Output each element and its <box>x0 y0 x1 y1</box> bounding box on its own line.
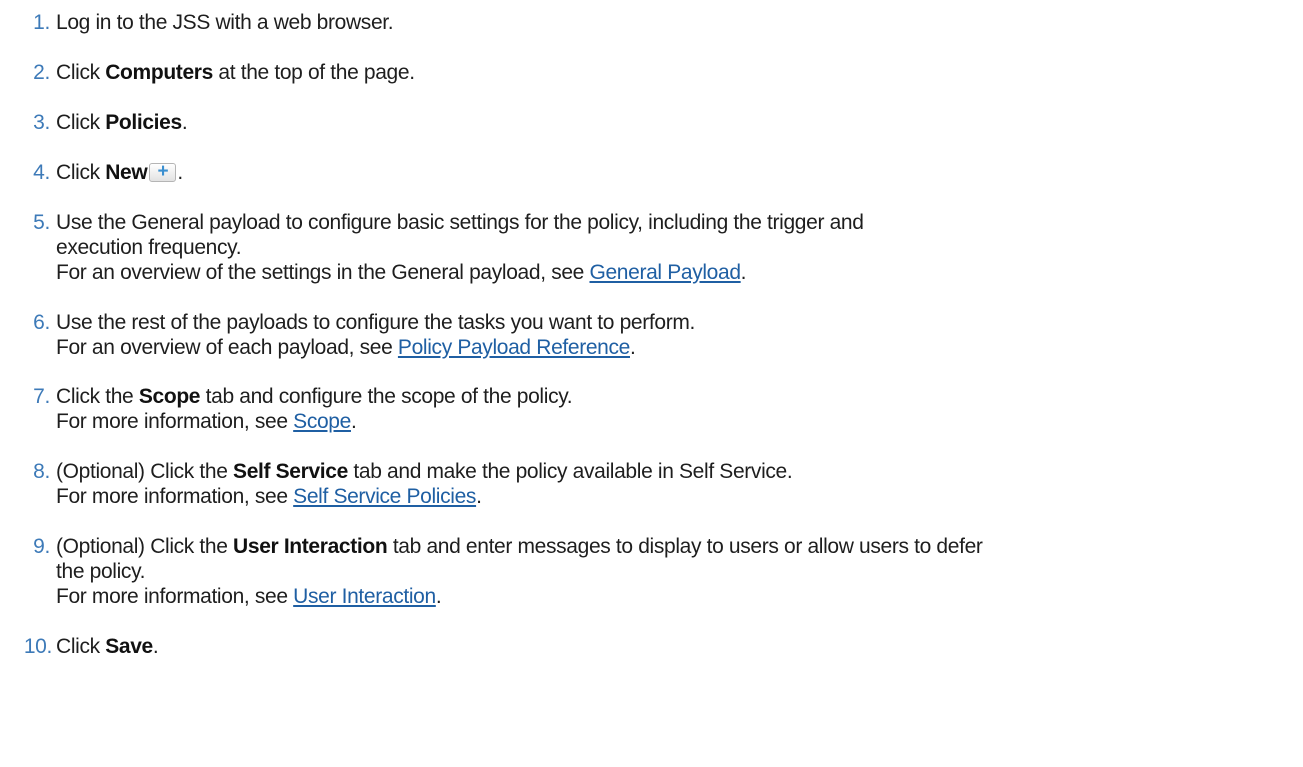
step-text: Click Policies. <box>56 110 1281 135</box>
step-text: Click New +. <box>56 160 1281 185</box>
step-text-segment: . <box>630 336 636 359</box>
policy-payload-reference-link[interactable]: Policy Payload Reference <box>398 336 630 359</box>
step-text-segment: Log in to the JSS with a web browser. <box>56 11 394 34</box>
step-text-line: Use the General payload to configure bas… <box>56 211 864 234</box>
step-number: 5. <box>33 211 50 234</box>
new-button-illustration: + <box>149 161 177 182</box>
general-payload-link[interactable]: General Payload <box>589 261 741 284</box>
step-text-segment: For an overview of each payload, see <box>56 336 398 359</box>
step-text-segment: For more information, see <box>56 410 294 433</box>
ui-term-scope: Scope <box>138 385 201 408</box>
step-text: Log in to the JSS with a web browser. <box>56 10 1281 35</box>
step-text-segment: . <box>181 111 188 134</box>
step-number: 4. <box>33 161 50 184</box>
step-text: Use the rest of the payloads to configur… <box>56 310 1281 360</box>
step-text-segment: Click <box>56 161 106 184</box>
step-number: 8. <box>33 460 50 483</box>
step-text-segment: Click the <box>56 385 139 408</box>
step-text: (Optional) Click the User Interaction ta… <box>56 534 1281 609</box>
step-text-segment: For more information, see <box>56 585 294 608</box>
step-text-segment: . <box>177 161 183 184</box>
ui-term-user-interaction: User Interaction <box>233 535 388 558</box>
step-text-line: Use the rest of the payloads to configur… <box>56 311 695 334</box>
plus-icon: + <box>157 161 169 182</box>
step-number: 3. <box>33 111 50 134</box>
step-number: 6. <box>33 311 50 334</box>
step-number: 2. <box>33 61 50 84</box>
step-text-line: For an overview of the settings in the G… <box>56 260 1281 285</box>
step-text-line: the policy. <box>56 560 146 583</box>
step-text-line: (Optional) Click the Self Service tab an… <box>56 459 1281 484</box>
step-text-line: For more information, see Scope. <box>56 409 1281 434</box>
step-text-segment: (Optional) Click the <box>56 460 234 483</box>
step-number: 10. <box>23 635 53 658</box>
step-text-line: execution frequency. <box>56 236 242 259</box>
step-number: 1. <box>33 11 50 34</box>
step-text-segment: . <box>740 261 747 284</box>
step-text-line: (Optional) Click the User Interaction ta… <box>56 534 1281 559</box>
step-text: (Optional) Click the Self Service tab an… <box>56 459 1281 509</box>
step-text-segment: (Optional) Click the <box>56 535 234 558</box>
self-service-policies-link[interactable]: Self Service Policies <box>293 485 476 508</box>
ui-term-policies: Policies <box>105 111 182 134</box>
step-text-segment: . <box>152 635 159 658</box>
step-text-line: For an overview of each payload, see Pol… <box>56 335 1281 360</box>
step-number: 7. <box>33 385 50 408</box>
ui-term-self-service: Self Service <box>233 460 348 483</box>
step-text-segment: Click <box>56 61 106 84</box>
step-text-segment: For an overview of the settings in the G… <box>56 261 590 284</box>
step-text: Click Save. <box>56 634 1281 659</box>
step-text-line: Click the Scope tab and configure the sc… <box>56 384 1281 409</box>
user-interaction-link[interactable]: User Interaction <box>293 585 436 608</box>
step-text-line: For more information, see User Interacti… <box>56 584 1281 609</box>
scope-link[interactable]: Scope <box>293 410 351 433</box>
step-text: Click Computers at the top of the page. <box>56 60 1281 85</box>
step-text: Use the General payload to configure bas… <box>56 210 1281 285</box>
step-text-segment: For more information, see <box>56 485 294 508</box>
step-text-segment: . <box>350 410 357 433</box>
step-text-segment: tab and enter messages to display to use… <box>387 535 983 558</box>
ui-term-computers: Computers <box>105 61 213 84</box>
step-text-segment: tab and configure the scope of the polic… <box>200 385 573 408</box>
ui-term-new: New <box>105 161 148 184</box>
step-text: Click the Scope tab and configure the sc… <box>56 384 1281 434</box>
step-text-segment: tab and make the policy available in Sel… <box>347 460 793 483</box>
step-text-line: For more information, see Self Service P… <box>56 484 1281 509</box>
step-text-segment: . <box>435 585 442 608</box>
procedure-steps-list: 1. Log in to the JSS with a web browser.… <box>0 0 1303 767</box>
step-text-segment: Click <box>56 111 106 134</box>
step-text-segment: Click <box>56 635 106 658</box>
ui-term-save: Save <box>105 635 153 658</box>
step-text-segment: at the top of the page. <box>212 61 415 84</box>
step-number: 9. <box>33 535 50 558</box>
step-text-segment: . <box>476 485 482 508</box>
